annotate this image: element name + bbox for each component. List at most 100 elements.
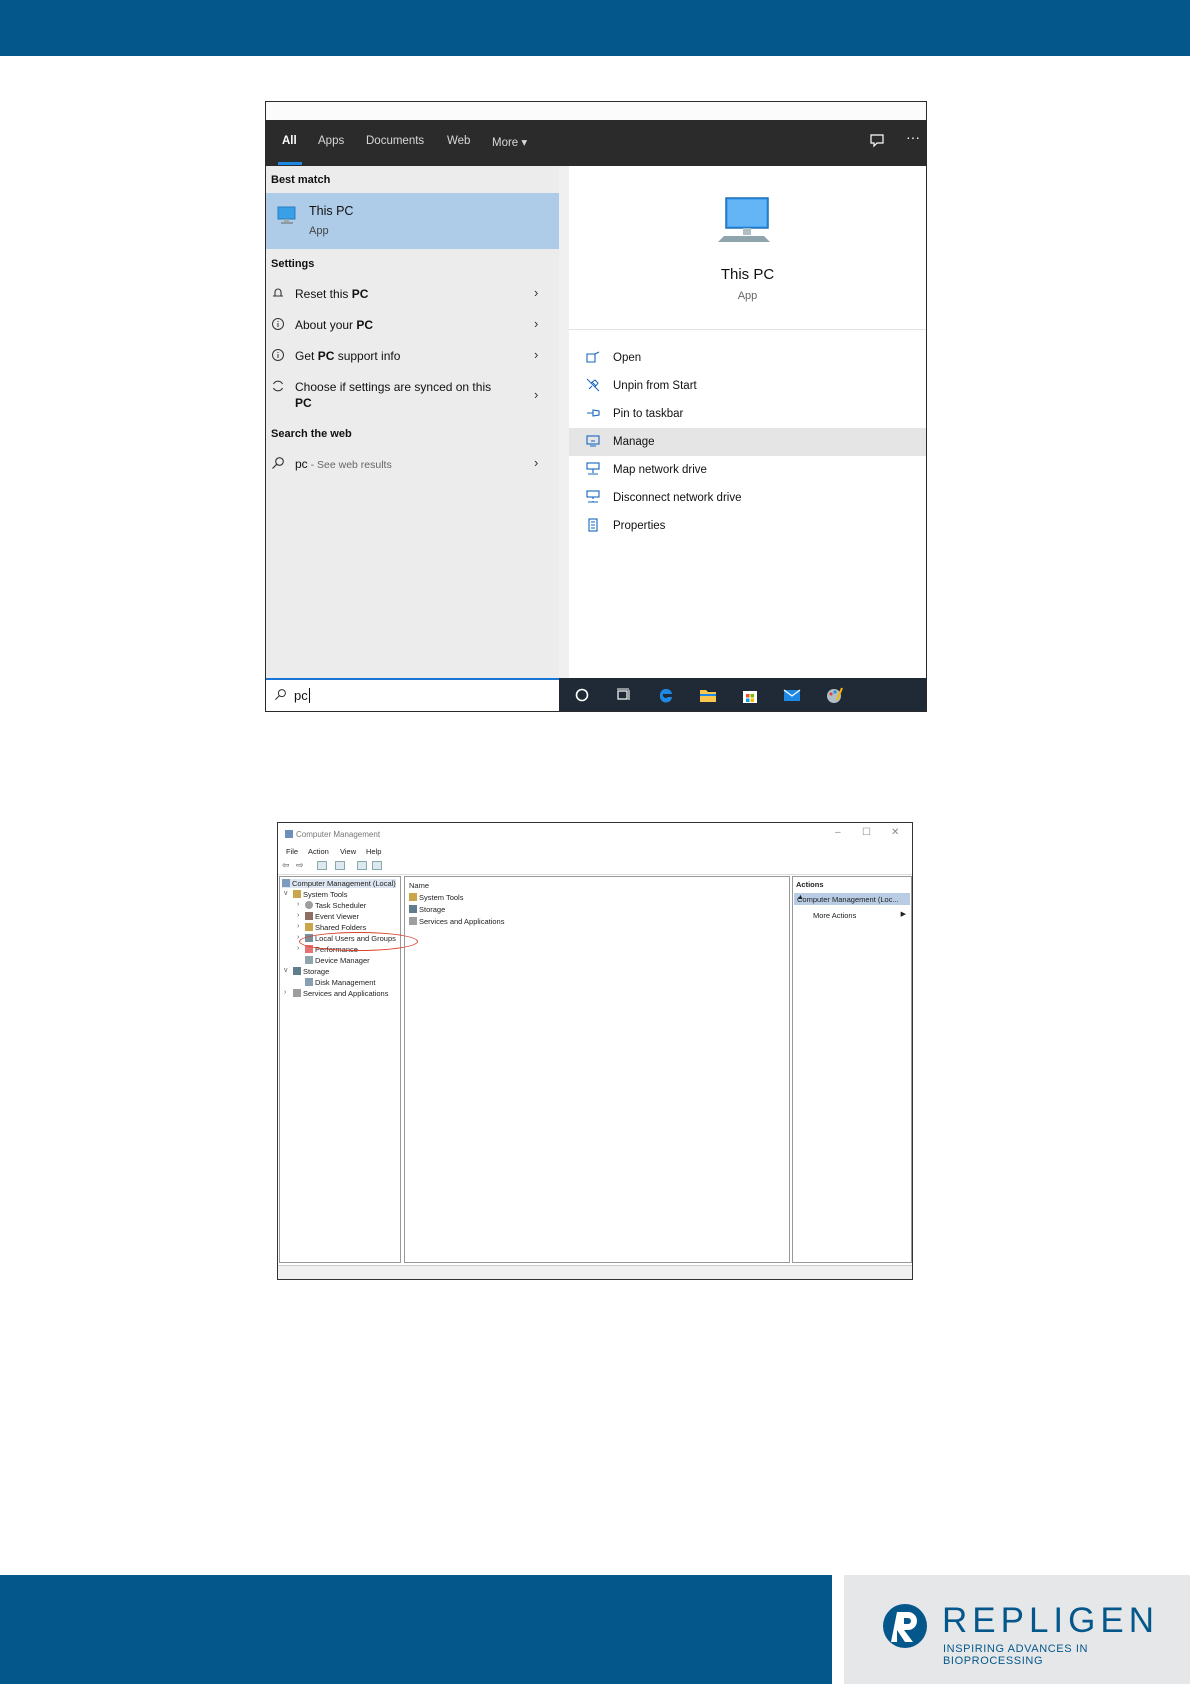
divider bbox=[569, 329, 926, 330]
menu-action[interactable]: Action bbox=[308, 847, 329, 856]
action-open[interactable]: Open bbox=[569, 344, 926, 372]
export-icon[interactable] bbox=[335, 861, 345, 870]
computer-icon bbox=[282, 879, 290, 887]
chevron-right-icon[interactable]: › bbox=[297, 912, 299, 919]
action-disconnect-drive[interactable]: Disconnect network drive bbox=[569, 484, 926, 512]
tree-disk-management[interactable]: Disk Management bbox=[305, 978, 375, 987]
computer-icon bbox=[718, 196, 774, 253]
menu-view[interactable]: View bbox=[340, 847, 356, 856]
search-box[interactable]: pc bbox=[266, 678, 559, 711]
task-view-icon[interactable] bbox=[615, 686, 633, 704]
best-match-item[interactable]: This PC App bbox=[266, 193, 559, 249]
repligen-logo-icon bbox=[882, 1601, 928, 1651]
menu-file[interactable]: File bbox=[286, 847, 298, 856]
file-explorer-icon[interactable] bbox=[699, 686, 717, 704]
detail-title: This PC bbox=[720, 266, 775, 283]
submenu-arrow-icon: ▶ bbox=[900, 911, 906, 918]
computer-management-icon bbox=[285, 830, 293, 838]
search-icon bbox=[274, 688, 287, 704]
highlight-circle bbox=[299, 932, 418, 951]
services-icon bbox=[293, 989, 301, 997]
setting-sync[interactable]: Choose if settings are synced on this PC … bbox=[266, 379, 559, 415]
back-icon[interactable]: ⇦ bbox=[282, 860, 290, 871]
toolbar: ⇦ ⇨ bbox=[278, 858, 912, 875]
menu-help[interactable]: Help bbox=[366, 847, 381, 856]
tree-device-manager[interactable]: Device Manager bbox=[305, 956, 370, 965]
mail-icon[interactable] bbox=[783, 686, 801, 704]
paint-icon[interactable] bbox=[825, 686, 843, 704]
results-pane: Best match This PC App Settings Reset th… bbox=[266, 166, 559, 678]
search-tab-bar: All Apps Documents Web More ▾ ··· bbox=[266, 120, 926, 166]
disconnect-drive-icon bbox=[586, 490, 602, 506]
action-properties[interactable]: Properties bbox=[569, 512, 926, 540]
chevron-right-icon[interactable]: › bbox=[297, 945, 299, 952]
show-hide-icon[interactable] bbox=[372, 861, 382, 870]
tab-apps[interactable]: Apps bbox=[318, 135, 344, 147]
taskbar bbox=[559, 678, 926, 711]
chevron-right-icon: › bbox=[534, 455, 539, 470]
chevron-right-icon: › bbox=[534, 347, 539, 362]
console-tree-icon[interactable] bbox=[317, 861, 327, 870]
more-actions[interactable]: More Actions bbox=[813, 911, 856, 920]
tools-icon bbox=[409, 893, 417, 901]
actions-pane: Actions Computer Management (Loc... ▲ Mo… bbox=[792, 876, 912, 1263]
services-icon bbox=[409, 917, 417, 925]
tree-system-tools[interactable]: System Tools bbox=[293, 890, 347, 899]
windows-search-screenshot: All Apps Documents Web More ▾ ··· Best m… bbox=[265, 101, 927, 712]
reset-icon bbox=[271, 286, 285, 300]
computer-management-screenshot: Computer Management – ☐ ✕ File Action Vi… bbox=[277, 822, 913, 1280]
help-icon[interactable] bbox=[357, 861, 367, 870]
tree-root[interactable]: Computer Management (Local) bbox=[282, 879, 396, 888]
logo-wordmark: REPLIGEN bbox=[942, 1601, 1159, 1640]
actions-group[interactable]: Computer Management (Loc... ▲ bbox=[794, 893, 910, 905]
best-match-subtitle: App bbox=[309, 225, 329, 237]
chevron-right-icon[interactable]: › bbox=[297, 923, 299, 930]
settings-heading: Settings bbox=[271, 258, 315, 270]
tree-task-scheduler[interactable]: Task Scheduler bbox=[305, 901, 366, 910]
tree-storage[interactable]: Storage bbox=[293, 967, 329, 976]
tree-event-viewer[interactable]: Event Viewer bbox=[305, 912, 359, 921]
detail-pane: This PC App Open Unpin from Start Pin to… bbox=[569, 176, 926, 678]
close-button[interactable]: ✕ bbox=[891, 827, 899, 838]
action-pin-taskbar[interactable]: Pin to taskbar bbox=[569, 400, 926, 428]
feedback-icon[interactable] bbox=[869, 133, 885, 152]
map-drive-icon bbox=[586, 462, 602, 478]
list-item[interactable]: Storage bbox=[409, 905, 445, 914]
maximize-button[interactable]: ☐ bbox=[862, 827, 871, 838]
tree-shared-folders[interactable]: Shared Folders bbox=[305, 923, 366, 932]
info-icon bbox=[271, 348, 285, 362]
tree-services-applications[interactable]: Services and Applications bbox=[293, 989, 388, 998]
edge-icon[interactable] bbox=[657, 686, 675, 704]
store-icon[interactable] bbox=[741, 686, 759, 704]
tools-icon bbox=[293, 890, 301, 898]
list-item[interactable]: System Tools bbox=[409, 893, 463, 902]
window-title: Computer Management bbox=[296, 830, 381, 839]
tab-more[interactable]: More ▾ bbox=[492, 135, 527, 149]
console-tree: Computer Management (Local) v System Too… bbox=[279, 876, 418, 1263]
actions-heading: Actions bbox=[796, 880, 824, 889]
action-manage[interactable]: Manage bbox=[569, 428, 926, 456]
web-heading: Search the web bbox=[271, 428, 352, 440]
tab-all[interactable]: All bbox=[282, 135, 297, 147]
cortana-icon[interactable] bbox=[573, 686, 591, 704]
more-options-icon[interactable]: ··· bbox=[906, 129, 920, 145]
chevron-down-icon[interactable]: v bbox=[284, 967, 288, 974]
list-header-name[interactable]: Name bbox=[409, 881, 429, 890]
computer-icon bbox=[275, 204, 299, 233]
device-manager-icon bbox=[305, 956, 313, 964]
tab-documents[interactable]: Documents bbox=[366, 135, 424, 147]
chevron-right-icon[interactable]: › bbox=[284, 989, 286, 996]
action-unpin[interactable]: Unpin from Start bbox=[569, 372, 926, 400]
tab-web[interactable]: Web bbox=[447, 135, 470, 147]
collapse-icon: ▲ bbox=[797, 894, 804, 901]
forward-icon[interactable]: ⇨ bbox=[296, 860, 304, 871]
search-input[interactable]: pc bbox=[294, 688, 310, 703]
event-viewer-icon bbox=[305, 912, 313, 920]
list-item[interactable]: Services and Applications bbox=[409, 917, 504, 926]
chevron-down-icon[interactable]: v bbox=[284, 890, 288, 897]
status-bar bbox=[278, 1265, 912, 1279]
unpin-icon bbox=[586, 378, 602, 394]
chevron-right-icon[interactable]: › bbox=[297, 901, 299, 908]
action-map-drive[interactable]: Map network drive bbox=[569, 456, 926, 484]
minimize-button[interactable]: – bbox=[835, 827, 841, 838]
